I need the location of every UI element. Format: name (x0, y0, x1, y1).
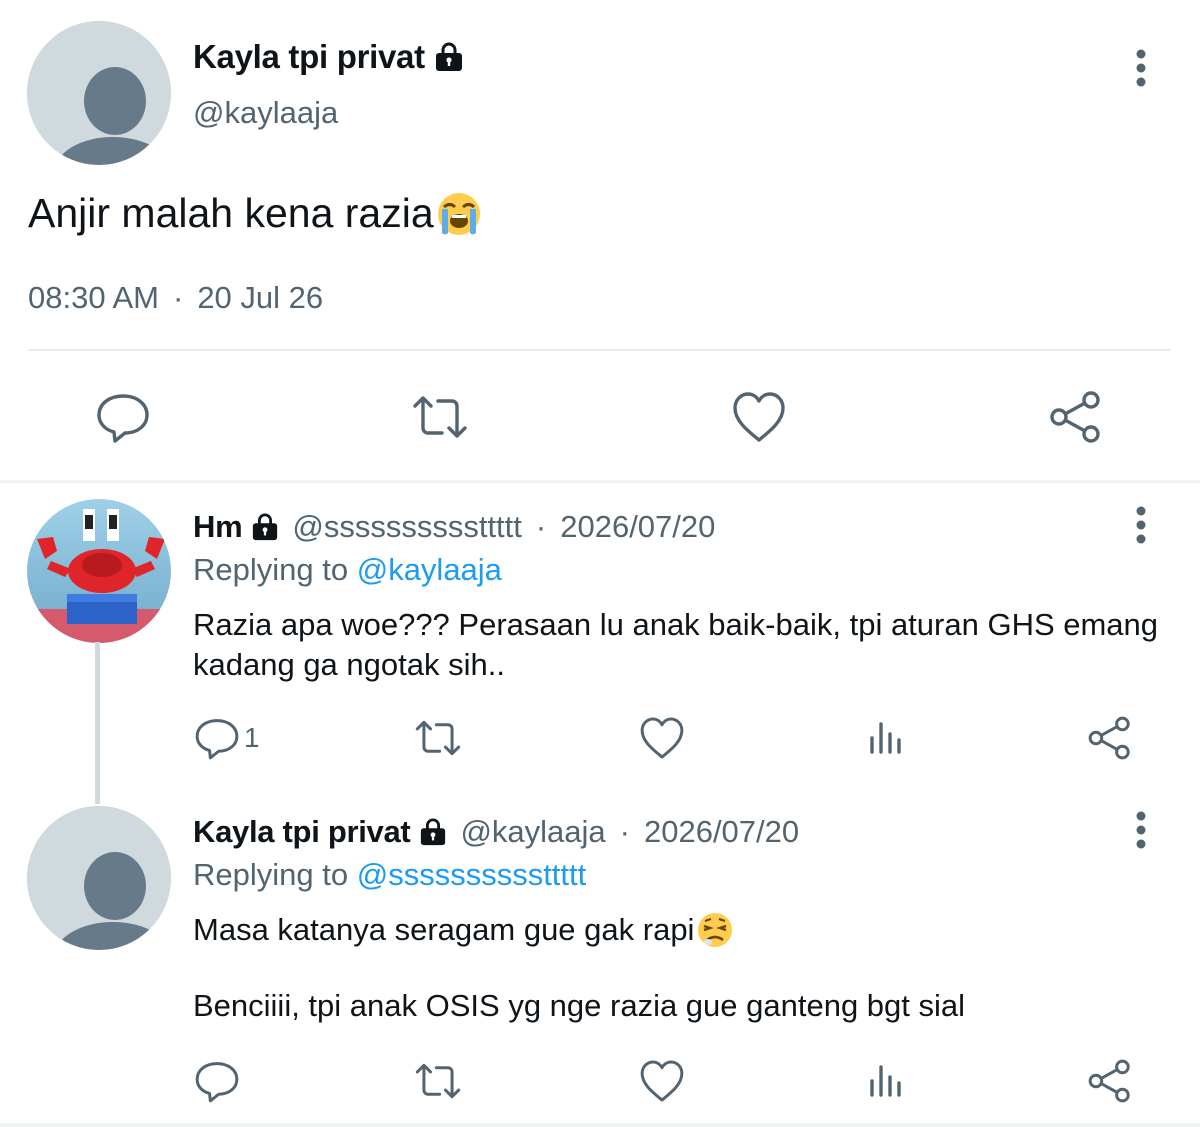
share-icon (1088, 716, 1130, 760)
reply-date: 2026/07/20 (643, 814, 800, 849)
reply-button[interactable] (94, 388, 152, 446)
reply-text-line2: Benciiii, tpi anak OSIS yg nge razia gue… (193, 988, 966, 1023)
replying-to-prefix: Replying to (193, 857, 349, 892)
author-avatar[interactable] (27, 21, 171, 165)
reply-text-line: Masa katanya seragam gue gak rapi (193, 910, 1168, 950)
heart-icon (733, 392, 785, 442)
like-button[interactable] (730, 388, 788, 446)
lock-icon (433, 42, 465, 72)
default-avatar-icon (27, 21, 171, 165)
reply-author-name[interactable]: Kayla tpi privat (193, 814, 411, 850)
more-options-icon[interactable] (1122, 505, 1160, 547)
reply-icon (195, 719, 239, 760)
share-button[interactable] (1086, 1057, 1134, 1105)
reply-avatar[interactable] (27, 499, 171, 643)
retweet-button[interactable] (411, 388, 469, 446)
bar-chart-icon (870, 1065, 901, 1097)
like-button[interactable] (638, 714, 686, 762)
crab-toy-avatar-icon (27, 499, 171, 643)
share-icon (1088, 1059, 1130, 1103)
heart-icon (640, 717, 684, 759)
views-button[interactable] (862, 714, 910, 762)
reply-separator: · (535, 509, 547, 544)
retweet-icon (413, 396, 467, 438)
heart-icon (640, 1060, 684, 1102)
section-divider (0, 480, 1200, 483)
loudly-crying-face-icon (436, 191, 482, 237)
more-options-icon[interactable] (1122, 48, 1160, 90)
share-button[interactable] (1086, 714, 1134, 762)
reply-avatar[interactable] (27, 806, 171, 950)
replying-to-prefix: Replying to (193, 552, 349, 587)
divider (28, 349, 1171, 351)
tweet-timestamp: 08:30 AM · 20 Jul 26 (28, 280, 323, 316)
reply-count: 1 (244, 722, 260, 753)
reply-header: Hm @ssssssssssttttt · 2026/07/20 (193, 509, 715, 545)
share-icon (1050, 391, 1100, 443)
replying-to: Replying to @kaylaaja (193, 552, 502, 588)
reply-icon (195, 1062, 239, 1103)
lock-icon (418, 818, 448, 846)
retweet-button[interactable] (414, 1057, 462, 1105)
reply-author-handle[interactable]: @ssssssssssttttt (292, 509, 522, 545)
author-name-text: Kayla tpi privat (193, 38, 425, 75)
bottom-divider (0, 1123, 1200, 1127)
thread-connector-line (95, 642, 100, 804)
replying-to: Replying to @ssssssssssttttt (193, 857, 586, 893)
reply-author-name[interactable]: Hm (193, 509, 243, 545)
lock-icon (250, 513, 280, 541)
reply-date: 2026/07/20 (560, 509, 716, 544)
bar-chart-icon (870, 722, 901, 754)
share-button[interactable] (1047, 388, 1105, 446)
reply-text-line1: Masa katanya seragam gue gak rapi (193, 912, 695, 947)
like-button[interactable] (638, 1057, 686, 1105)
reply-author-handle[interactable]: @kaylaaja (460, 814, 605, 850)
reply-separator: · (619, 814, 630, 849)
author-handle[interactable]: @kaylaaja (193, 95, 338, 131)
retweet-icon (415, 720, 461, 756)
reply-text: Razia apa woe??? Perasaan lu anak baik-b… (193, 607, 1159, 682)
reply-icon (97, 394, 149, 443)
author-name[interactable]: Kayla tpi privat (193, 38, 465, 76)
retweet-button[interactable] (414, 714, 462, 762)
tweet-time: 08:30 AM (28, 280, 159, 315)
tired-face-icon (696, 911, 734, 949)
tweet-date: 20 Jul 26 (197, 280, 324, 315)
time-separator: · (172, 280, 184, 315)
default-avatar-icon (27, 806, 171, 950)
replying-to-handle[interactable]: @kaylaaja (357, 552, 502, 587)
more-options-icon[interactable] (1122, 810, 1160, 852)
replying-to-handle[interactable]: @ssssssssssttttt (357, 857, 587, 892)
retweet-icon (415, 1063, 461, 1099)
reply-button[interactable] (193, 1057, 241, 1105)
tweet-text-content: Anjir malah kena razia (28, 190, 434, 236)
views-button[interactable] (862, 1057, 910, 1105)
tweet-text: Anjir malah kena razia (28, 190, 482, 237)
reply-header: Kayla tpi privat @kaylaaja · 2026/07/20 (193, 814, 799, 850)
reply-button[interactable] (193, 714, 241, 762)
